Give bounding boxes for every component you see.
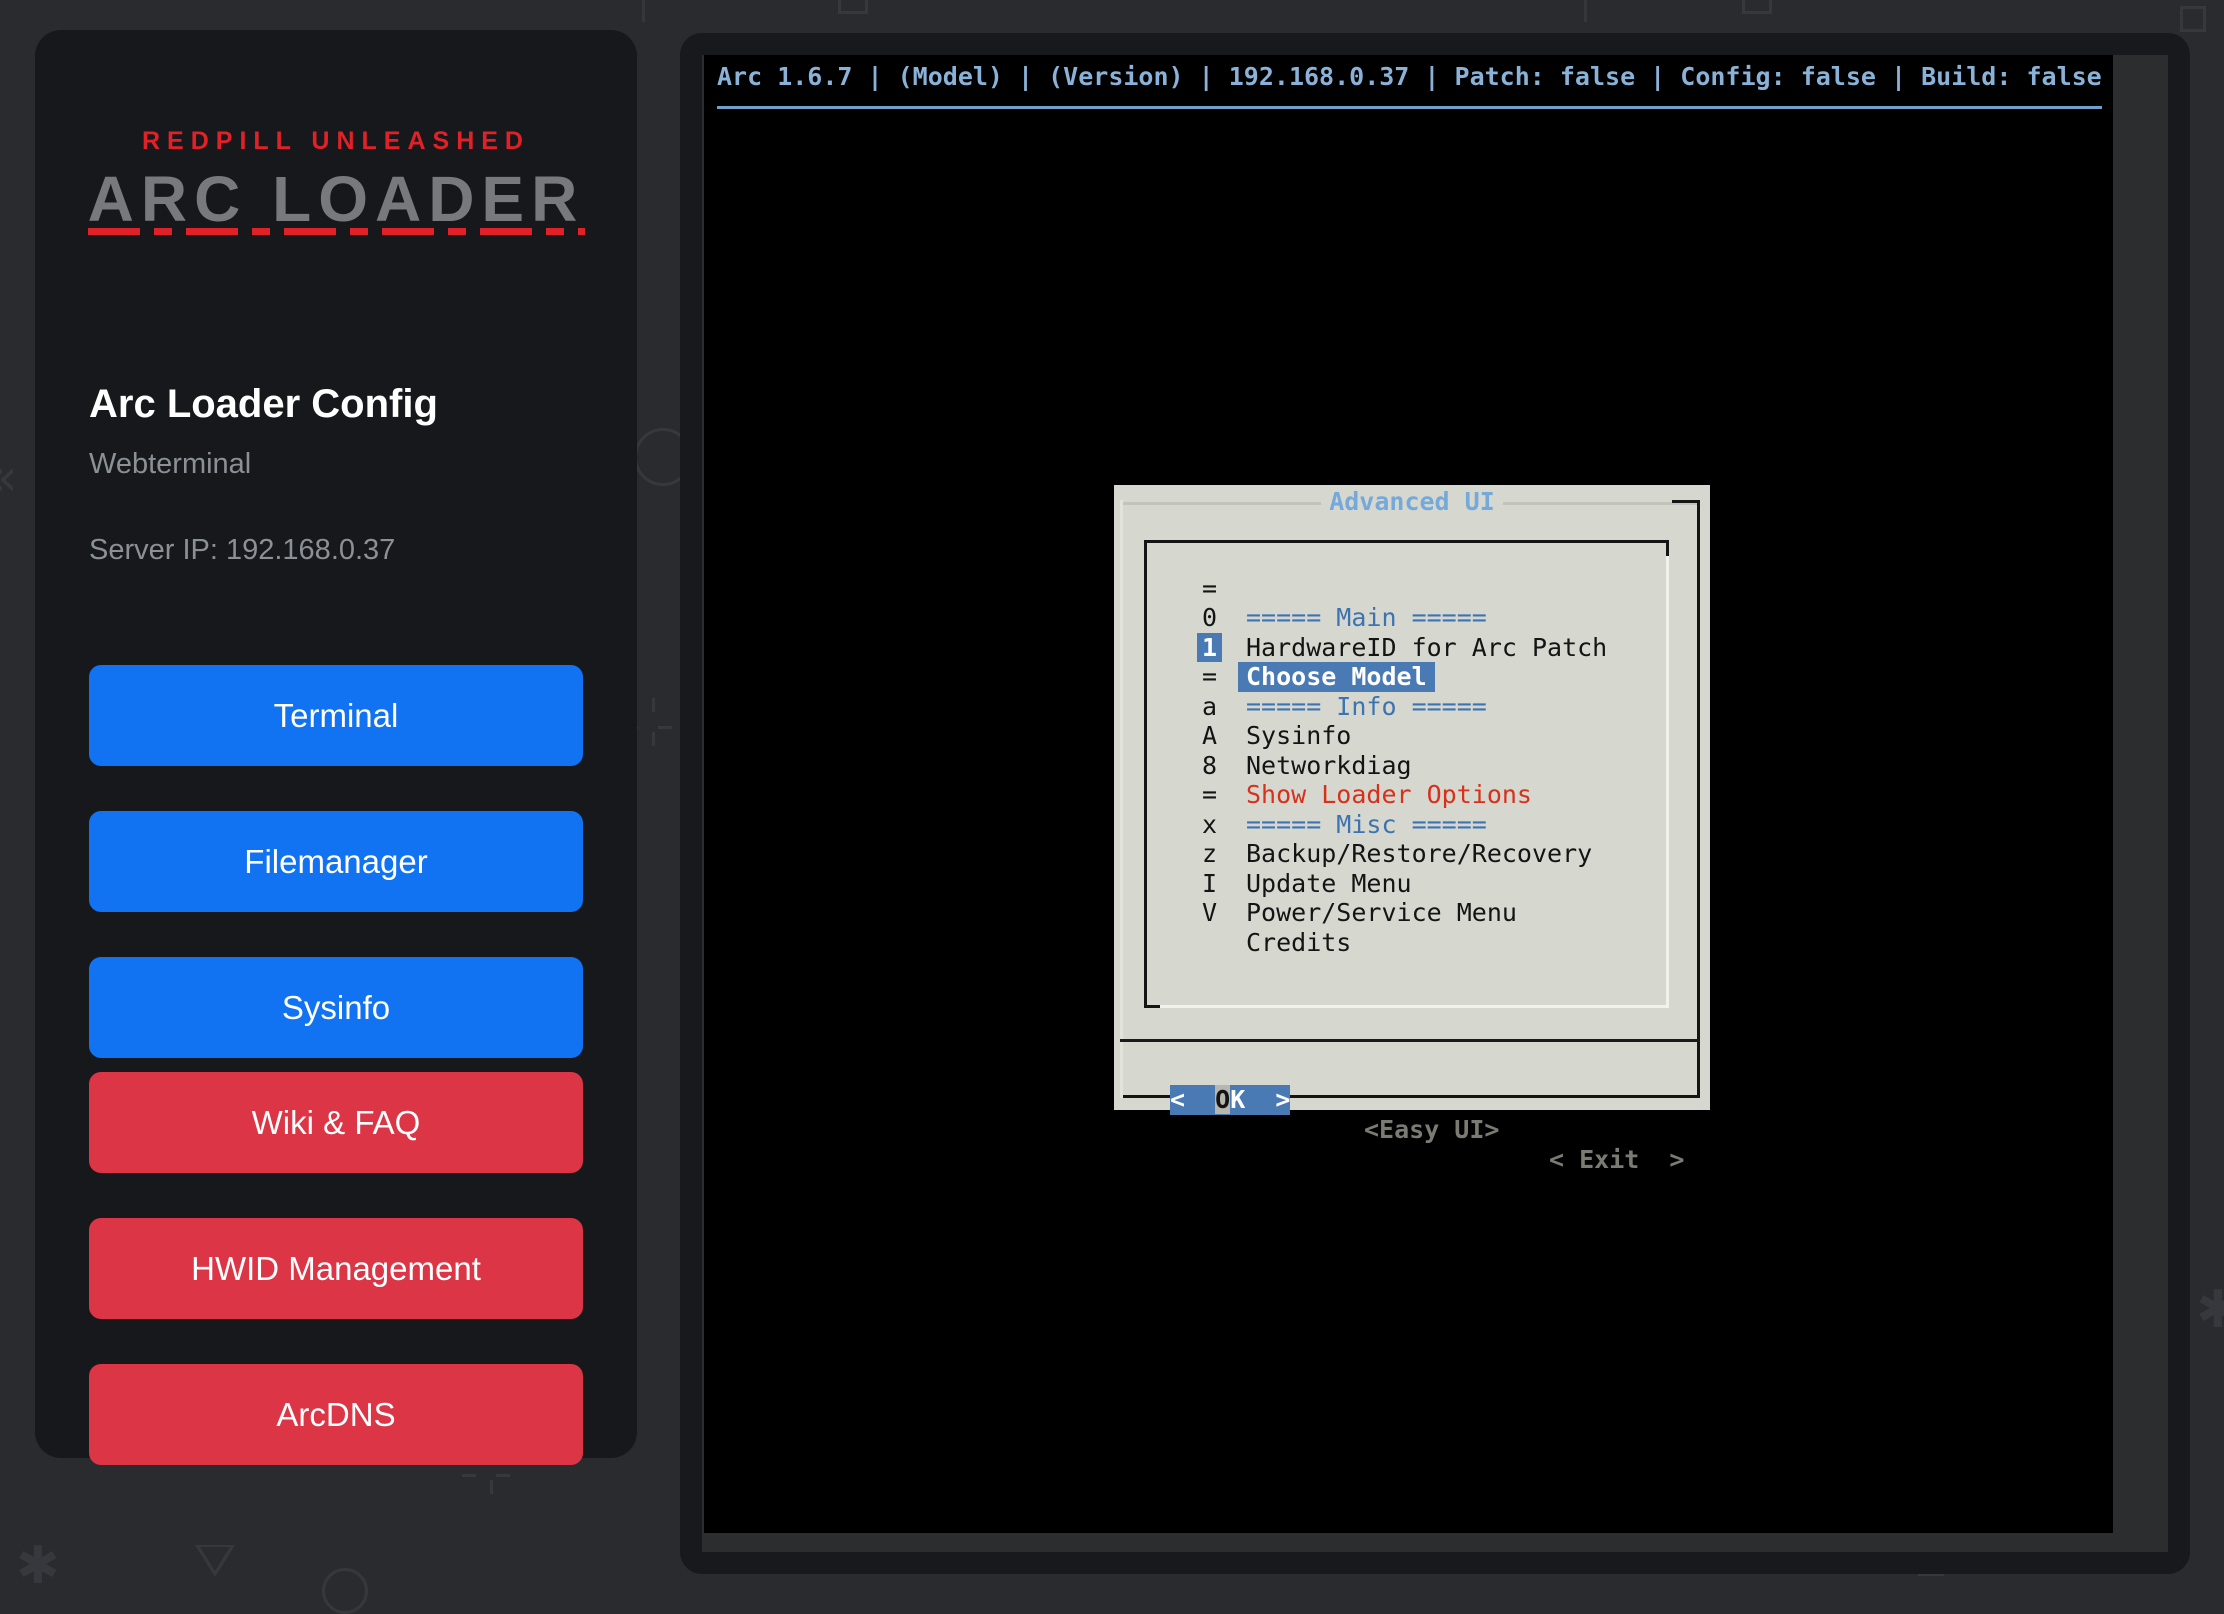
sidebar-button-label: Filemanager: [244, 843, 427, 881]
dialog-border-right: [1697, 500, 1700, 1098]
advanced-ui-dialog: Advanced UI = ===== Main ===: [1114, 485, 1710, 1110]
menu-item-key: V: [1197, 898, 1222, 928]
page-subtitle: Webterminal: [89, 448, 251, 481]
menu-item[interactable]: z Update Menu: [1147, 810, 1666, 840]
decor-tick: [642, 0, 645, 22]
menu-item[interactable]: I Power/Service Menu: [1147, 839, 1666, 869]
sidebar-button[interactable]: Sysinfo: [89, 957, 583, 1058]
sidebar-button[interactable]: HWID Management: [89, 1218, 583, 1319]
terminal-status-line: Arc 1.6.7 | (Model) | (Version) | 192.16…: [717, 62, 2102, 91]
menu-item[interactable]: x Backup/Restore/Recovery: [1147, 780, 1666, 810]
ok-button-text: K >: [1230, 1085, 1290, 1114]
menu-item[interactable]: 0 HardwareID for Arc Patch: [1147, 574, 1666, 604]
decor-square: [2180, 6, 2206, 32]
menu-item[interactable]: = ===== Misc =====: [1147, 751, 1666, 781]
logo-tagline: REDPILL UNLEASHED: [35, 127, 637, 156]
dialog-title: Advanced UI: [1321, 487, 1503, 516]
terminal-screen[interactable]: Arc 1.6.7 | (Model) | (Version) | 192.16…: [704, 55, 2113, 1533]
sidebar-button[interactable]: Filemanager: [89, 811, 583, 912]
sidebar-button-label: Wiki & FAQ: [252, 1104, 421, 1142]
dialog-menu-listbox: = ===== Main ===== 0 HardwareID for Arc …: [1144, 540, 1669, 1008]
page-title: Arc Loader Config: [89, 382, 438, 427]
menu-item-label: Credits: [1238, 928, 1359, 958]
decor-chevrons: «: [0, 452, 18, 504]
easy-ui-button[interactable]: <Easy UI>: [1364, 1115, 1499, 1145]
sidebar-button-label: Terminal: [274, 697, 399, 735]
ok-button[interactable]: < OK >: [1170, 1085, 1290, 1115]
logo-dashed-line: [88, 228, 585, 235]
sidebar-button-label: ArcDNS: [276, 1396, 395, 1434]
menu-item[interactable]: a Sysinfo: [1147, 662, 1666, 692]
webterminal-window: Arc 1.6.7 | (Model) | (Version) | 192.16…: [680, 33, 2190, 1574]
dialog-menu: = ===== Main ===== 0 HardwareID for Arc …: [1147, 543, 1666, 898]
menu-item[interactable]: 8 Show Loader Options: [1147, 721, 1666, 751]
menu-item[interactable]: A Networkdiag: [1147, 692, 1666, 722]
sidebar-button[interactable]: Terminal: [89, 665, 583, 766]
dialog-border-corner: [1672, 500, 1700, 503]
terminal-status-underline: [717, 106, 2102, 109]
sidebar-button[interactable]: ArcDNS: [89, 1364, 583, 1465]
page: « ✱ ✱ REDPILL UNLEASHED ARC LOADER Arc L…: [0, 0, 2224, 1604]
dialog-title-row: Advanced UI: [1114, 487, 1710, 517]
sidebar: REDPILL UNLEASHED ARC LOADER Arc Loader …: [35, 30, 637, 1458]
logo-title: ARC LOADER: [35, 162, 637, 236]
exit-button[interactable]: < Exit >: [1549, 1145, 1684, 1175]
dialog-buttons: < OK > <Easy UI> < Exit >: [1114, 1055, 1710, 1085]
arc-loader-logo: REDPILL UNLEASHED ARC LOADER: [35, 127, 637, 236]
menu-item[interactable]: V Credits: [1147, 869, 1666, 899]
decor-square: [838, 0, 868, 14]
menu-item[interactable]: = ===== Main =====: [1147, 544, 1666, 574]
terminal-frame: Arc 1.6.7 | (Model) | (Version) | 192.16…: [702, 55, 2168, 1552]
decor-triangle: [195, 1545, 235, 1577]
dialog-button-separator: [1120, 1039, 1700, 1042]
ok-button-cursor: O: [1215, 1085, 1230, 1114]
decor-square: [1742, 0, 1772, 14]
sidebar-button-label: Sysinfo: [282, 989, 390, 1027]
sidebar-button-label: HWID Management: [191, 1250, 481, 1288]
decor-star: ✱: [16, 1540, 60, 1592]
decor-circle: [322, 1568, 368, 1614]
menu-item[interactable]: 1 Choose Model: [1147, 603, 1666, 633]
sidebar-button[interactable]: Wiki & FAQ: [89, 1072, 583, 1173]
dialog-border-left: [1120, 500, 1123, 1098]
decor-tick: [1584, 0, 1587, 22]
ok-button-text: <: [1170, 1085, 1215, 1114]
menu-item[interactable]: = ===== Info =====: [1147, 633, 1666, 663]
server-ip-label: Server IP: 192.168.0.37: [89, 534, 395, 567]
decor-star: ✱: [2196, 1284, 2224, 1336]
